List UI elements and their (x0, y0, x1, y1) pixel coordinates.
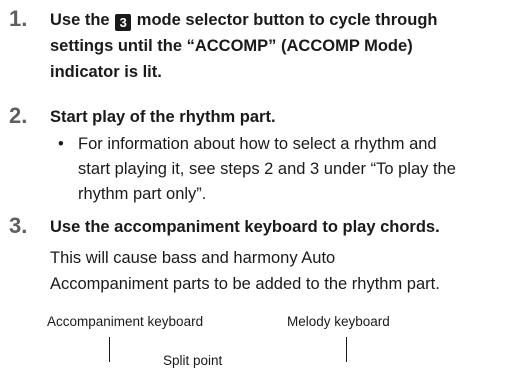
step-1-text-before: Use the (50, 11, 110, 29)
step-3-body: This will cause bass and harmony Auto Ac… (50, 245, 500, 297)
step-2-bullet-text: For information about how to select a rh… (78, 132, 500, 207)
mode-selector-number-badge: 3 (115, 14, 132, 31)
melody-range-line (346, 337, 347, 362)
step-1-text-after: mode selector button to cycle through (136, 11, 438, 29)
accompaniment-range-line (109, 337, 110, 362)
split-point-label: Split point (163, 353, 223, 368)
step-3-body-line-1: This will cause bass and harmony Auto (50, 249, 336, 267)
step-1-line-1: Use the 3 mode selector button to cycle … (50, 7, 438, 33)
step-2-bullet-line-3: rhythm part only”. (78, 185, 207, 203)
step-1-number: 1. (9, 6, 28, 31)
step-3-number: 3. (9, 213, 28, 238)
accompaniment-keyboard-label: Accompaniment keyboard (47, 314, 204, 329)
step-2-number: 2. (9, 103, 28, 128)
step-1-text: Use the 3 mode selector button to cycle … (50, 7, 438, 85)
step-3-text: Use the accompaniment keyboard to play c… (50, 218, 440, 236)
step-3-body-line-2: Accompaniment parts to be added to the r… (50, 275, 440, 293)
step-2-bullet-marker: • (58, 135, 64, 153)
step-2-text: Start play of the rhythm part. (50, 108, 276, 126)
step-1-line-2: settings until the “ACCOMP” (ACCOMP Mode… (50, 37, 413, 55)
step-1-line-3: indicator is lit. (50, 63, 162, 81)
step-2-bullet-line-2: start playing it, see steps 2 and 3 unde… (78, 160, 456, 178)
step-2-bullet-line-1: For information about how to select a rh… (78, 135, 437, 153)
melody-keyboard-label: Melody keyboard (287, 314, 390, 329)
